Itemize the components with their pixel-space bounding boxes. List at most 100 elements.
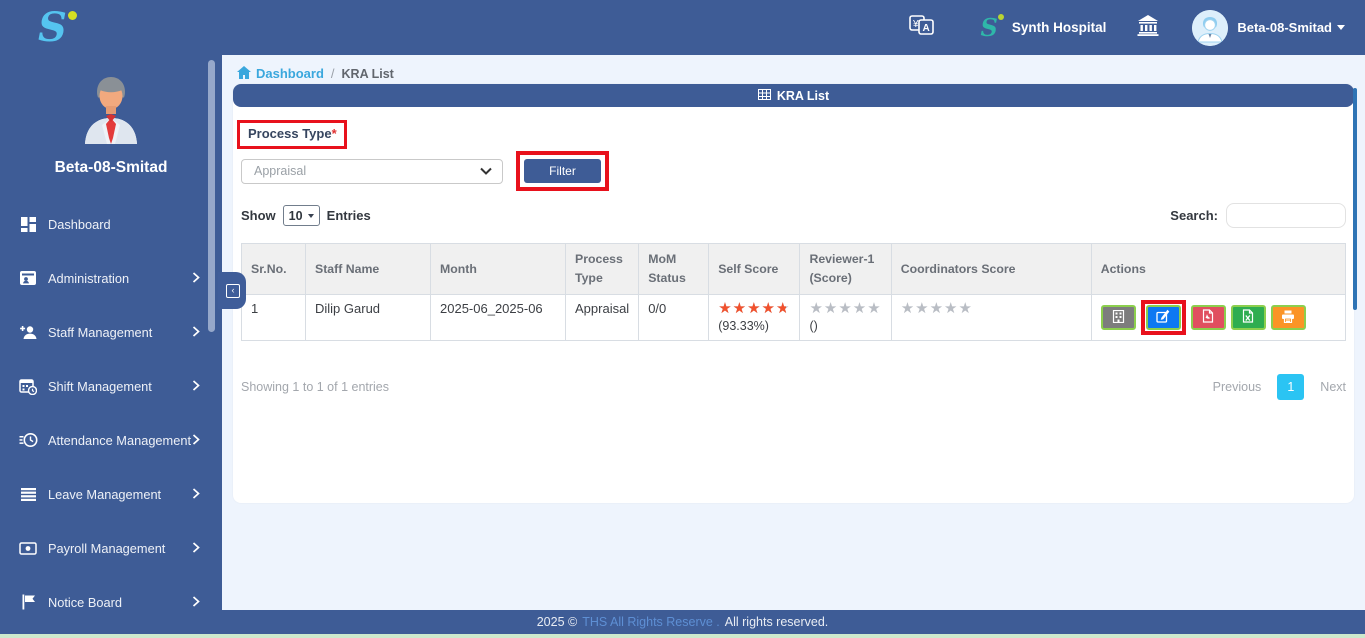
sidebar-item-leave-management[interactable]: Leave Management (0, 467, 222, 521)
staff-plus-icon (18, 325, 38, 340)
show-label: Show (241, 208, 276, 223)
table-row: 1 Dilip Garud 2025-06_2025-06 Appraisal … (241, 294, 1347, 342)
next-page-button[interactable]: Next (1320, 380, 1346, 394)
col-header-mom-status: MoM Status (638, 242, 710, 296)
process-type-label: Process Type* (248, 126, 337, 141)
hospital-logo: S (980, 13, 1004, 42)
profile-avatar (0, 70, 222, 151)
breadcrumb-separator: / (330, 66, 335, 81)
breadcrumb-current: KRA List (341, 66, 394, 81)
sidebar-scrollbar[interactable] (208, 60, 215, 332)
cell-coordinators-score: ★★★★★ (890, 294, 1092, 342)
sidebar-item-label: Staff Management (48, 324, 153, 340)
app-logo-dot (68, 10, 77, 20)
chevron-right-icon (192, 379, 200, 394)
calendar-clock-icon (18, 378, 38, 395)
main-content: Dashboard / KRA List KRA List Process Ty… (222, 55, 1365, 610)
export-pdf-button[interactable] (1190, 305, 1226, 331)
chevron-right-icon (192, 487, 200, 502)
bank-icon[interactable] (1136, 14, 1160, 41)
sidebar-item-staff-management[interactable]: Staff Management (0, 305, 222, 359)
show-entries-control: Show 10 Entries (241, 205, 371, 226)
cell-month: 2025-06_2025-06 (430, 294, 566, 342)
footer-year: 2025 © (536, 615, 578, 629)
app-logo[interactable]: S (38, 3, 84, 51)
annotation-box-process-type: Process Type* (237, 120, 347, 149)
self-score-stars-fill: ★★★★★ (718, 301, 786, 318)
table-header-row: Sr.No. Staff Name Month Process Type MoM… (241, 242, 1347, 296)
col-header-process-type: Process Type (564, 242, 640, 296)
reviewer1-score-label: () (809, 318, 818, 333)
annotation-box-edit (1140, 300, 1186, 336)
self-score-stars: ★★★★★ ★★★★★ (718, 300, 791, 318)
print-button[interactable] (1270, 305, 1306, 331)
cell-process-type: Appraisal (564, 294, 640, 342)
dashboard-icon (18, 216, 38, 233)
footer-rights: All rights reserved. (724, 615, 829, 629)
process-type-select[interactable]: Appraisal (241, 158, 503, 184)
annotation-box-filter: Filter (516, 151, 609, 191)
pdf-file-icon (1202, 309, 1214, 326)
id-card-icon (18, 270, 38, 286)
export-excel-button[interactable] (1230, 305, 1266, 331)
filter-button[interactable]: Filter (524, 159, 601, 183)
edit-action-button[interactable] (1145, 305, 1181, 331)
process-type-selected-value: Appraisal (254, 164, 307, 178)
sidebar: Beta-08-Smitad Dashboard Administration (0, 55, 222, 610)
sidebar-item-label: Payroll Management (48, 540, 166, 556)
sidebar-collapse-tab: ‹ (218, 272, 246, 309)
user-avatar[interactable] (1192, 9, 1229, 46)
col-header-srno: Sr.No. (241, 242, 306, 296)
sidebar-collapse-button[interactable]: ‹ (226, 283, 240, 298)
edit-icon (1156, 309, 1170, 326)
col-header-reviewer1-score: Reviewer-1 (Score) (799, 242, 892, 296)
entries-per-page-value: 10 (288, 208, 303, 223)
sidebar-nav: Dashboard Administration Staff Managemen… (0, 197, 222, 629)
search-label: Search: (1170, 208, 1218, 223)
sidebar-item-label: Notice Board (48, 594, 122, 610)
svg-text:¥: ¥ (912, 19, 919, 30)
svg-text:A: A (922, 23, 929, 34)
language-icon[interactable]: ¥ A (908, 13, 935, 42)
hospital-name: Synth Hospital (1011, 20, 1107, 35)
clock-history-icon (18, 432, 38, 448)
page-footer: 2025 © THS All Rights Reserve . All righ… (0, 610, 1365, 634)
breadcrumb-dashboard-link[interactable]: Dashboard (237, 65, 324, 82)
chevron-right-icon (192, 325, 200, 340)
search-control: Search: (1170, 203, 1346, 228)
profile-name: Beta-08-Smitad (54, 159, 168, 176)
current-page-button[interactable]: 1 (1277, 374, 1305, 401)
cell-reviewer1-score: ★★★★★ () (799, 294, 892, 342)
previous-page-button[interactable]: Previous (1213, 380, 1262, 394)
cell-self-score: ★★★★★ ★★★★★ (93.33%) (708, 294, 801, 342)
coordinators-stars: ★★★★★ (900, 300, 973, 318)
search-input[interactable] (1226, 203, 1346, 228)
sidebar-item-shift-management[interactable]: Shift Management (0, 359, 222, 413)
footer-link[interactable]: THS All Rights Reserve . (582, 615, 720, 629)
details-action-button[interactable] (1100, 305, 1136, 331)
cell-srno: 1 (241, 294, 306, 342)
printer-icon (1281, 310, 1295, 326)
kra-table: Sr.No. Staff Name Month Process Type MoM… (241, 242, 1347, 342)
excel-file-icon (1242, 309, 1254, 326)
sidebar-item-administration[interactable]: Administration (0, 251, 222, 305)
sidebar-item-attendance-management[interactable]: Attendance Management (0, 413, 222, 467)
app-logo-letter: S (38, 3, 67, 51)
sidebar-item-dashboard[interactable]: Dashboard (0, 197, 222, 251)
breadcrumb: Dashboard / KRA List (222, 55, 1365, 84)
entries-per-page-select[interactable]: 10 (282, 205, 320, 226)
entries-summary: Showing 1 to 1 of 1 entries (241, 380, 390, 395)
col-header-month: Month (430, 242, 566, 296)
chevron-right-icon (192, 271, 200, 286)
pagination: Previous 1 Next (1213, 374, 1346, 401)
chevron-down-icon (307, 213, 314, 218)
page-scrollbar[interactable] (1353, 88, 1357, 310)
hospital-logo-letter: S (980, 13, 998, 42)
sidebar-item-payroll-management[interactable]: Payroll Management (0, 521, 222, 575)
sidebar-item-label: Shift Management (48, 378, 152, 394)
username-menu[interactable]: Beta-08-Smitad (1237, 20, 1332, 35)
col-header-staff-name: Staff Name (305, 242, 431, 296)
chevron-right-icon (192, 595, 200, 610)
chevron-down-icon (480, 164, 492, 178)
chevron-right-icon (192, 433, 200, 448)
